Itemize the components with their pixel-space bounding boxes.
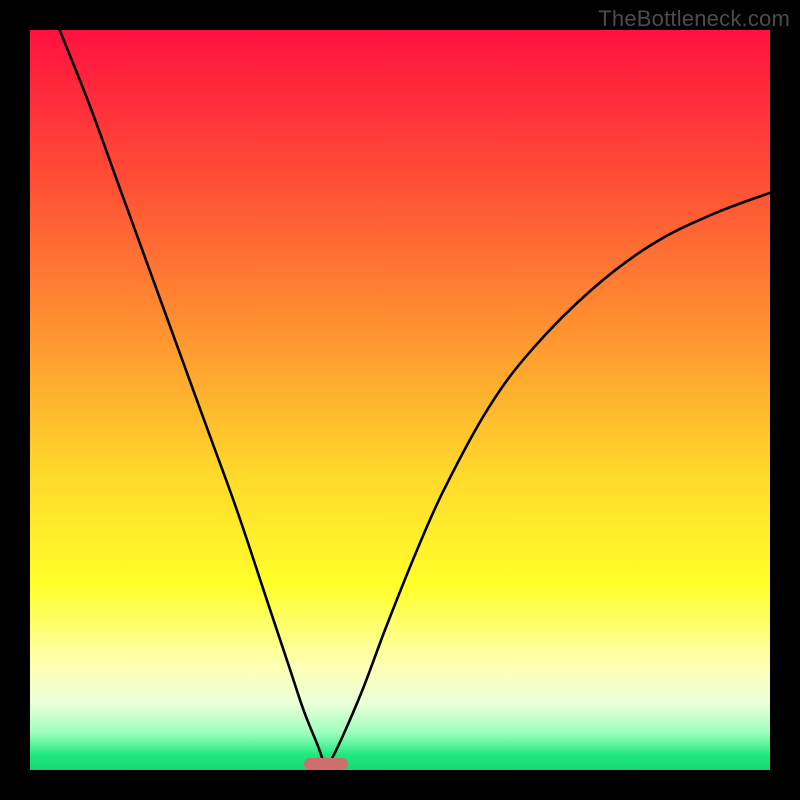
curve-layer [30,30,770,770]
curve-right-branch [326,193,770,770]
chart-frame: TheBottleneck.com [0,0,800,800]
watermark-text: TheBottleneck.com [598,6,790,32]
minimum-marker [304,758,348,770]
curve-left-branch [60,30,326,770]
plot-area [30,30,770,770]
